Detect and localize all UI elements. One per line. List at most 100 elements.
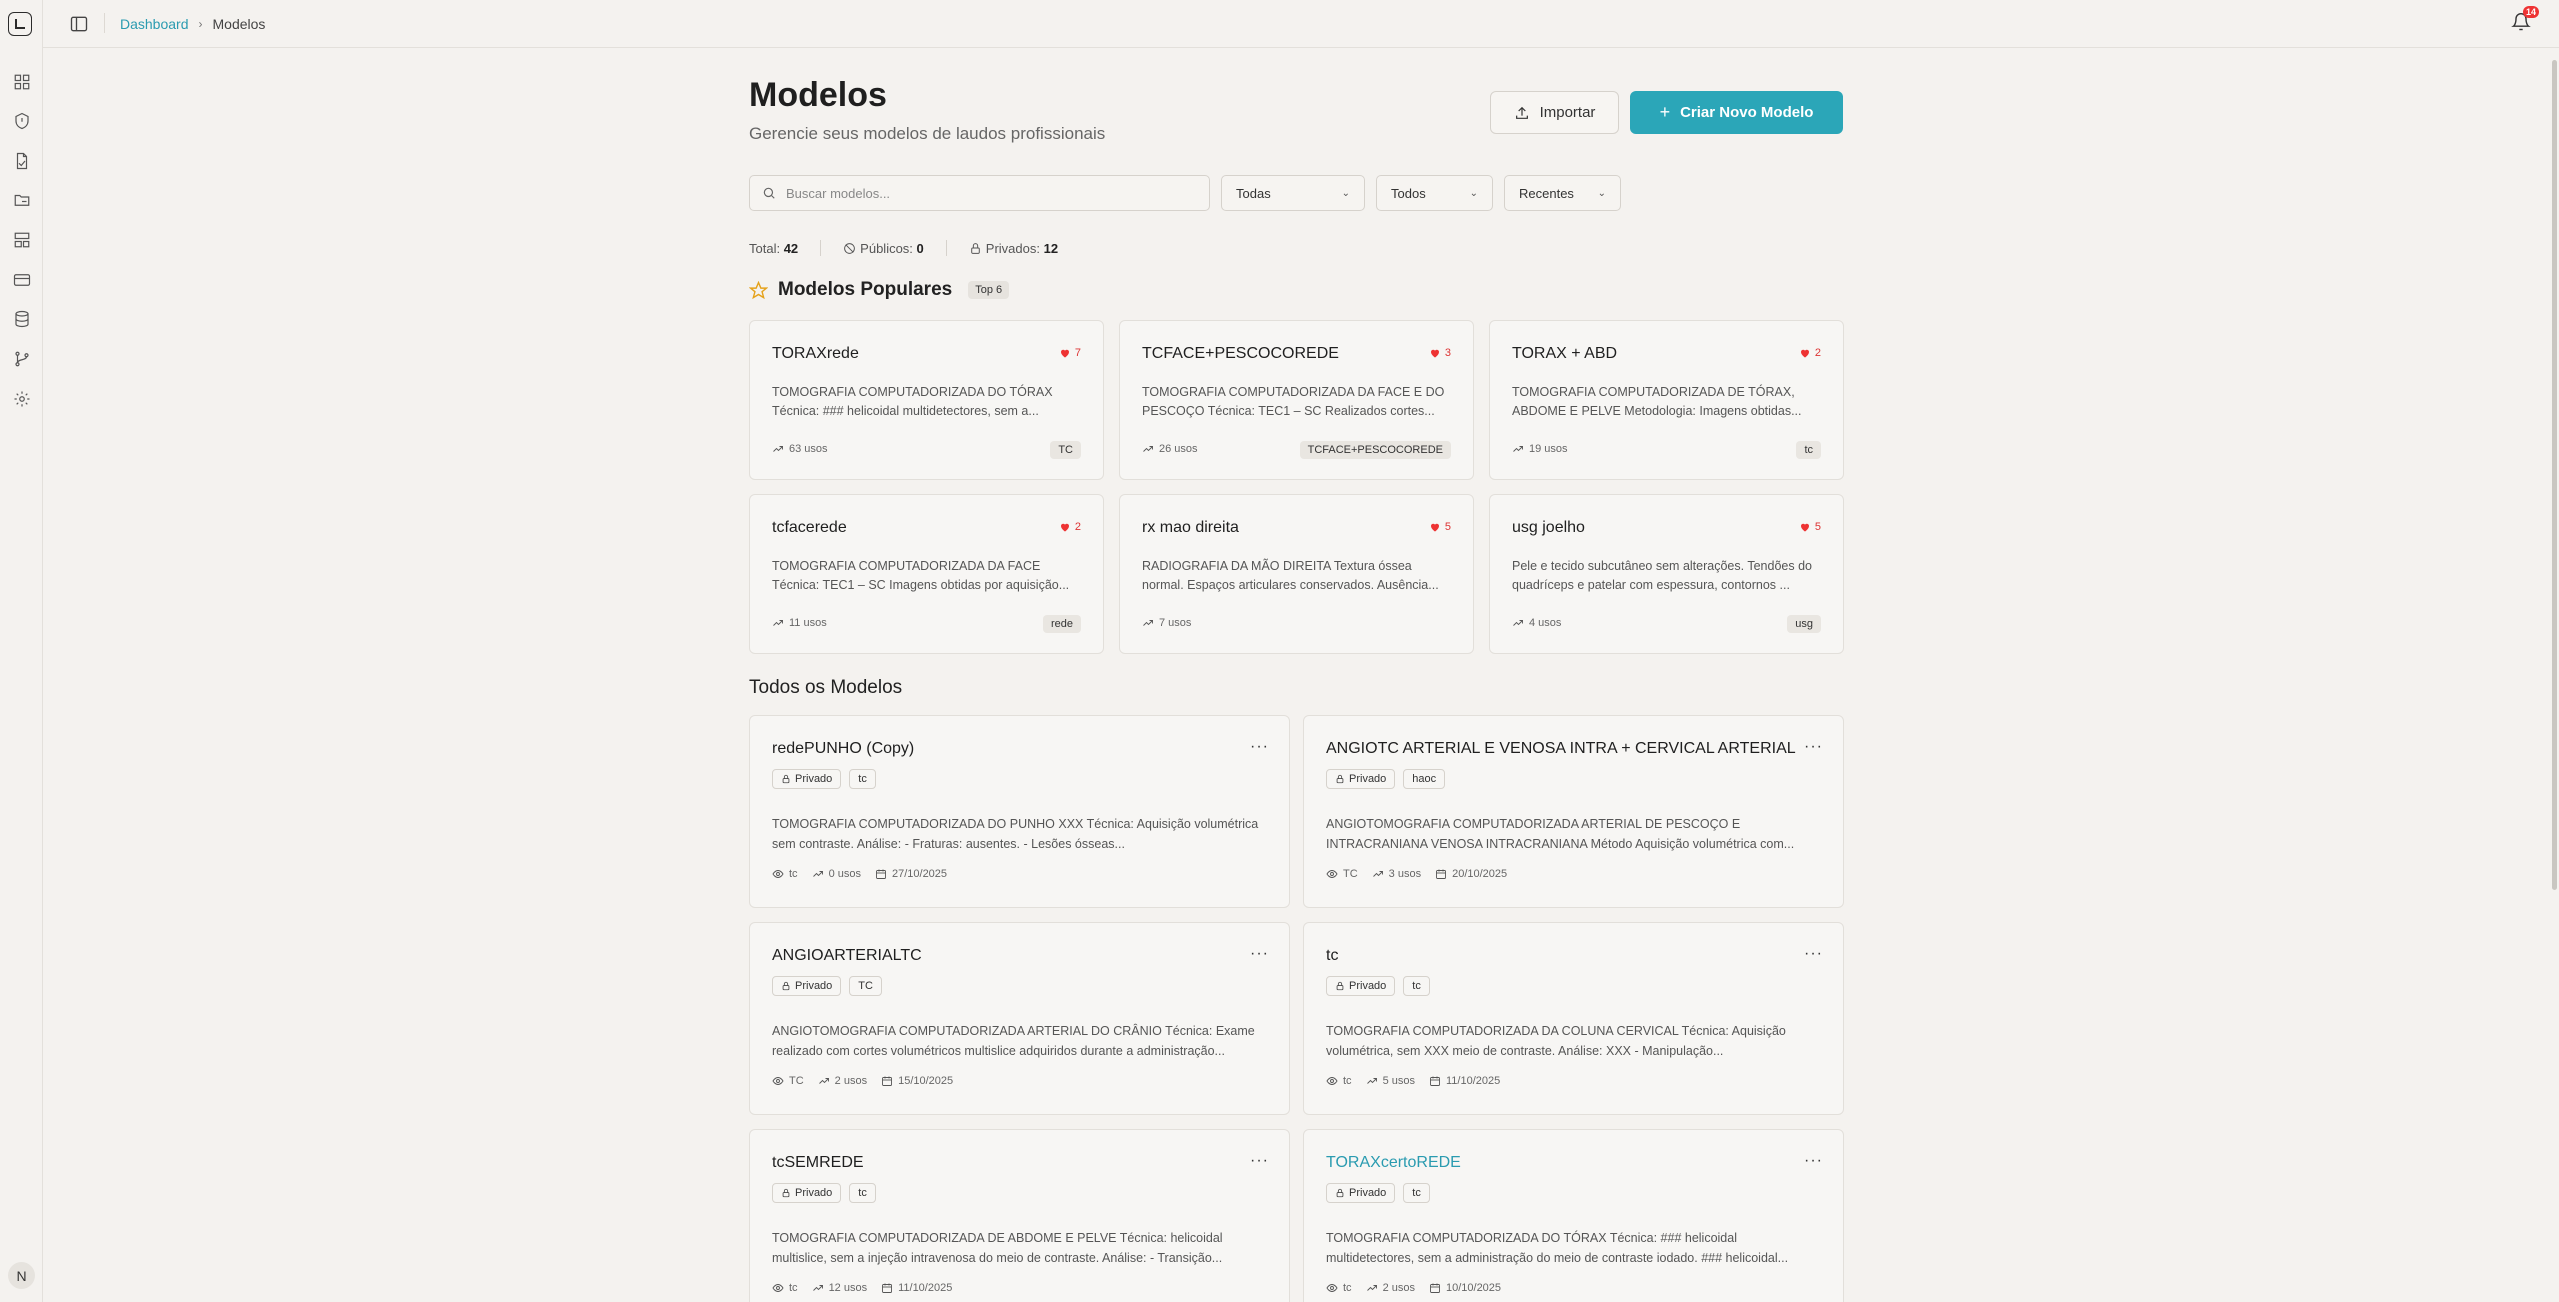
import-label: Importar [1539,104,1596,121]
notifications-button[interactable]: 14 [2511,6,2539,34]
calendar-icon [882,1283,893,1293]
model-card[interactable]: TORAXcertoREDE ··· Privado tc TOMOGRAFIA… [1303,1129,1844,1302]
breadcrumb-dashboard-link[interactable]: Dashboard [120,16,189,32]
heart-icon [1430,349,1439,358]
meta-date: 10/10/2025 [1429,1282,1501,1294]
calendar-icon [882,1076,893,1086]
search-icon [763,187,775,199]
card-title: TORAX + ABD [1512,345,1618,362]
card-description: TOMOGRAFIA COMPUTADORIZADA DA FACE E DO … [1142,385,1445,418]
lock-icon [782,1188,790,1198]
create-model-label: Criar Novo Modelo [1680,104,1814,121]
trending-up-icon [812,1285,823,1291]
visibility-select[interactable]: Todos ⌄ [1376,175,1493,211]
settings-icon[interactable] [12,389,32,409]
popular-card[interactable]: TORAXrede 7 TOMOGRAFIA COMPUTADORIZADA D… [749,320,1104,480]
model-card[interactable]: ANGIOARTERIALTC ··· Privado TC ANGIOTOMO… [749,922,1290,1115]
meta-usage: 2 usos [1366,1282,1415,1294]
likes-count: 5 [1429,521,1451,533]
usage-count: 4 usos [1512,617,1561,629]
visibility-chip: Privado [772,769,842,789]
visibility-chip: Privado [772,976,842,996]
lock-icon [1336,981,1344,991]
import-button[interactable]: Importar [1490,91,1619,134]
usage-count: 7 usos [1142,617,1191,629]
meta-usage: 12 usos [812,1282,867,1294]
likes-count: 7 [1059,347,1081,359]
divider [104,13,105,33]
model-card[interactable]: tcSEMREDE ··· Privado tc TOMOGRAFIA COMP… [749,1129,1290,1302]
tag-chip: tc [1403,976,1430,996]
tag-chip: tc [849,1183,876,1203]
eye-icon [772,870,784,878]
all-models-title: Todos os Modelos [749,677,903,698]
more-options-icon[interactable]: ··· [1250,1152,1269,1170]
model-card[interactable]: tc ··· Privado tc TOMOGRAFIA COMPUTADORI… [1303,922,1844,1115]
folder-icon[interactable] [12,190,32,210]
card-title: ANGIOARTERIALTC [772,947,922,964]
card-title[interactable]: TORAXcertoREDE [1326,1154,1461,1172]
model-card[interactable]: ANGIOTC ARTERIAL E VENOSA INTRA + CERVIC… [1303,715,1844,908]
search-field[interactable] [749,175,1210,211]
scrollbar[interactable] [2549,52,2557,1302]
lock-icon [782,774,790,784]
template-icon[interactable] [12,230,32,250]
card-title: usg joelho [1512,519,1585,536]
file-icon[interactable] [12,151,32,171]
card-icon[interactable] [12,270,32,290]
more-options-icon[interactable]: ··· [1250,738,1269,756]
more-options-icon[interactable]: ··· [1804,738,1823,756]
database-icon[interactable] [12,309,32,329]
shield-icon[interactable] [12,111,32,131]
more-options-icon[interactable]: ··· [1250,945,1269,963]
more-options-icon[interactable]: ··· [1804,945,1823,963]
app-logo[interactable] [8,12,32,36]
stat-private: Privados: 12 [969,241,1058,256]
meta-category: tc [772,1282,798,1294]
avatar[interactable]: N [8,1262,35,1289]
sort-select[interactable]: Recentes ⌄ [1504,175,1621,211]
more-options-icon[interactable]: ··· [1804,1152,1823,1170]
scrollbar-thumb[interactable] [2552,60,2557,890]
card-title: redePUNHO (Copy) [772,740,915,757]
create-model-button[interactable]: + Criar Novo Modelo [1630,91,1843,134]
card-title: tc [1326,947,1339,964]
usage-count: 26 usos [1142,443,1198,455]
popular-card[interactable]: rx mao direita 5 RADIOGRAFIA DA MÃO DIRE… [1119,494,1474,654]
category-select[interactable]: Todas ⌄ [1221,175,1365,211]
card-description: ANGIOTOMOGRAFIA COMPUTADORIZADA ARTERIAL… [1326,817,1795,851]
trending-up-icon [1372,871,1383,877]
breadcrumb-current: Modelos [212,16,266,32]
layout-grid-icon[interactable] [12,72,32,92]
lock-icon [1336,1188,1344,1198]
card-title: TORAXrede [772,345,859,362]
popular-card[interactable]: TCFACE+PESCOCOREDE 3 TOMOGRAFIA COMPUTAD… [1119,320,1474,480]
search-input[interactable] [786,185,1186,201]
popular-card[interactable]: TORAX + ABD 2 TOMOGRAFIA COMPUTADORIZADA… [1489,320,1844,480]
notification-badge: 14 [2522,6,2539,18]
sidebar-toggle-icon[interactable] [69,14,89,34]
star-icon [749,280,768,299]
trending-up-icon [812,871,823,877]
eye-icon [772,1284,784,1292]
popular-card[interactable]: tcfacerede 2 TOMOGRAFIA COMPUTADORIZADA … [749,494,1104,654]
trending-up-icon [773,620,783,626]
likes-count: 2 [1059,521,1081,533]
meta-date: 15/10/2025 [881,1075,953,1087]
card-tag: TC [1050,441,1081,459]
card-description: TOMOGRAFIA COMPUTADORIZADA DO PUNHO XXX … [772,817,1259,851]
git-branch-icon[interactable] [12,349,32,369]
lock-icon [1336,774,1344,784]
card-title: tcfacerede [772,519,847,536]
calendar-icon [1436,869,1447,879]
trending-up-icon [1143,446,1153,452]
trending-up-icon [1513,446,1523,452]
tag-chip: tc [849,769,876,789]
card-title: ANGIOTC ARTERIAL E VENOSA INTRA + CERVIC… [1326,740,1796,757]
popular-card[interactable]: usg joelho 5 Pele e tecido subcutâneo se… [1489,494,1844,654]
visibility-chip: Privado [1326,769,1396,789]
popular-section-title: Modelos Populares [778,279,953,300]
eye-icon [772,1077,784,1085]
card-tag: tc [1796,441,1821,459]
model-card[interactable]: redePUNHO (Copy) ··· Privado tc TOMOGRAF… [749,715,1290,908]
